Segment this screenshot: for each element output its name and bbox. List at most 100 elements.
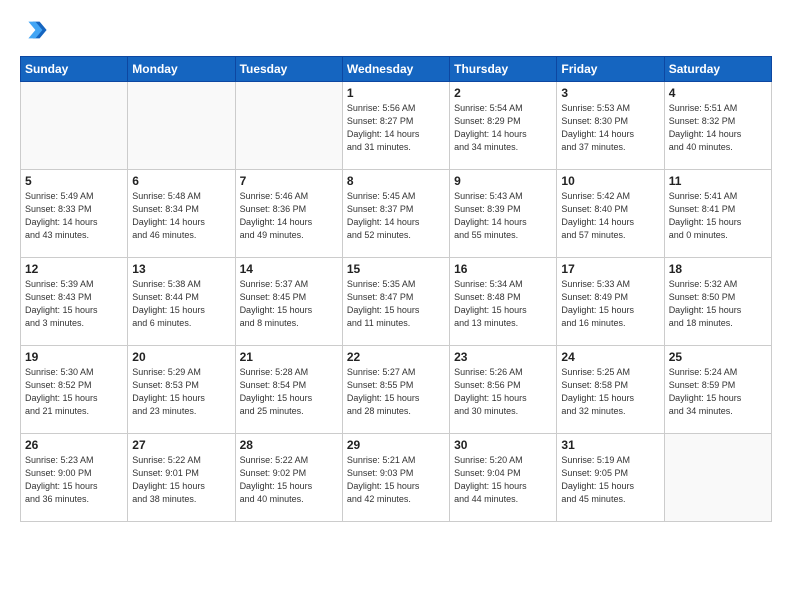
calendar-cell: 15 Sunrise: 5:35 AMSunset: 8:47 PMDayligh… (342, 258, 449, 346)
logo (20, 16, 50, 44)
cell-content: Sunrise: 5:29 AMSunset: 8:53 PMDaylight:… (132, 366, 230, 418)
day-number: 12 (25, 262, 123, 276)
calendar-week-row: 5 Sunrise: 5:49 AMSunset: 8:33 PMDaylight… (21, 170, 772, 258)
day-number: 22 (347, 350, 445, 364)
calendar-week-row: 26Sunrise: 5:23 AMSunset: 9:00 PMDayligh… (21, 434, 772, 522)
day-number: 10 (561, 174, 659, 188)
calendar-cell: 25 Sunrise: 5:24 AMSunset: 8:59 PMDayligh… (664, 346, 771, 434)
cell-content: Sunrise: 5:49 AMSunset: 8:33 PMDaylight:… (25, 190, 123, 242)
cell-content: Sunrise: 5:28 AMSunset: 8:54 PMDaylight:… (240, 366, 338, 418)
cell-content: Sunrise: 5:21 AMSunset: 9:03 PMDaylight:… (347, 454, 445, 506)
calendar-week-row: 1Sunrise: 5:56 AMSunset: 8:27 PMDaylight… (21, 82, 772, 170)
cell-content: Sunrise: 5:39 AMSunset: 8:43 PMDaylight:… (25, 278, 123, 330)
day-number: 28 (240, 438, 338, 452)
cell-content: Sunrise: 5:32 AMSunset: 8:50 PMDaylight:… (669, 278, 767, 330)
calendar-cell (235, 82, 342, 170)
day-number: 9 (454, 174, 552, 188)
day-number: 17 (561, 262, 659, 276)
cell-content: Sunrise: 5:38 AMSunset: 8:44 PMDaylight:… (132, 278, 230, 330)
day-number: 7 (240, 174, 338, 188)
day-number: 5 (25, 174, 123, 188)
calendar-cell: 23 Sunrise: 5:26 AMSunset: 8:56 PMDayligh… (450, 346, 557, 434)
day-number: 1 (347, 86, 445, 100)
day-number: 19 (25, 350, 123, 364)
calendar-cell: 20 Sunrise: 5:29 AMSunset: 8:53 PMDayligh… (128, 346, 235, 434)
day-number: 31 (561, 438, 659, 452)
day-number: 27 (132, 438, 230, 452)
calendar-cell: 19 Sunrise: 5:30 AMSunset: 8:52 PMDayligh… (21, 346, 128, 434)
calendar-cell: 6 Sunrise: 5:48 AMSunset: 8:34 PMDaylight… (128, 170, 235, 258)
day-number: 13 (132, 262, 230, 276)
calendar-cell: 1Sunrise: 5:56 AMSunset: 8:27 PMDaylight… (342, 82, 449, 170)
logo-icon (20, 16, 48, 44)
cell-content: Sunrise: 5:48 AMSunset: 8:34 PMDaylight:… (132, 190, 230, 242)
day-of-week-header: Monday (128, 57, 235, 82)
day-number: 14 (240, 262, 338, 276)
cell-content: Sunrise: 5:26 AMSunset: 8:56 PMDaylight:… (454, 366, 552, 418)
day-of-week-header: Friday (557, 57, 664, 82)
cell-content: Sunrise: 5:37 AMSunset: 8:45 PMDaylight:… (240, 278, 338, 330)
day-number: 25 (669, 350, 767, 364)
calendar-cell (128, 82, 235, 170)
day-number: 30 (454, 438, 552, 452)
calendar-cell: 16Sunrise: 5:34 AMSunset: 8:48 PMDayligh… (450, 258, 557, 346)
cell-content: Sunrise: 5:43 AMSunset: 8:39 PMDaylight:… (454, 190, 552, 242)
calendar-header-row: SundayMondayTuesdayWednesdayThursdayFrid… (21, 57, 772, 82)
day-of-week-header: Sunday (21, 57, 128, 82)
calendar-cell: 3Sunrise: 5:53 AMSunset: 8:30 PMDaylight… (557, 82, 664, 170)
calendar-cell: 2 Sunrise: 5:54 AMSunset: 8:29 PMDaylight… (450, 82, 557, 170)
cell-content: Sunrise: 5:35 AMSunset: 8:47 PMDaylight:… (347, 278, 445, 330)
day-number: 24 (561, 350, 659, 364)
calendar-cell: 4 Sunrise: 5:51 AMSunset: 8:32 PMDaylight… (664, 82, 771, 170)
calendar-cell: 27 Sunrise: 5:22 AMSunset: 9:01 PMDayligh… (128, 434, 235, 522)
day-number: 21 (240, 350, 338, 364)
cell-content: Sunrise: 5:51 AMSunset: 8:32 PMDaylight:… (669, 102, 767, 154)
cell-content: Sunrise: 5:25 AMSunset: 8:58 PMDaylight:… (561, 366, 659, 418)
cell-content: Sunrise: 5:42 AMSunset: 8:40 PMDaylight:… (561, 190, 659, 242)
calendar-cell: 10 Sunrise: 5:42 AMSunset: 8:40 PMDayligh… (557, 170, 664, 258)
day-of-week-header: Wednesday (342, 57, 449, 82)
day-number: 23 (454, 350, 552, 364)
day-number: 15 (347, 262, 445, 276)
calendar-cell: 12 Sunrise: 5:39 AMSunset: 8:43 PMDayligh… (21, 258, 128, 346)
cell-content: Sunrise: 5:46 AMSunset: 8:36 PMDaylight:… (240, 190, 338, 242)
cell-content: Sunrise: 5:19 AMSunset: 9:05 PMDaylight:… (561, 454, 659, 506)
cell-content: Sunrise: 5:22 AMSunset: 9:02 PMDaylight:… (240, 454, 338, 506)
calendar-cell: 9 Sunrise: 5:43 AMSunset: 8:39 PMDaylight… (450, 170, 557, 258)
cell-content: Sunrise: 5:54 AMSunset: 8:29 PMDaylight:… (454, 102, 552, 154)
day-number: 4 (669, 86, 767, 100)
calendar-cell: 11 Sunrise: 5:41 AMSunset: 8:41 PMDayligh… (664, 170, 771, 258)
day-of-week-header: Tuesday (235, 57, 342, 82)
cell-content: Sunrise: 5:41 AMSunset: 8:41 PMDaylight:… (669, 190, 767, 242)
day-number: 11 (669, 174, 767, 188)
calendar-cell: 13 Sunrise: 5:38 AMSunset: 8:44 PMDayligh… (128, 258, 235, 346)
day-number: 20 (132, 350, 230, 364)
cell-content: Sunrise: 5:22 AMSunset: 9:01 PMDaylight:… (132, 454, 230, 506)
day-number: 2 (454, 86, 552, 100)
calendar-cell: 5 Sunrise: 5:49 AMSunset: 8:33 PMDaylight… (21, 170, 128, 258)
cell-content: Sunrise: 5:45 AMSunset: 8:37 PMDaylight:… (347, 190, 445, 242)
cell-content: Sunrise: 5:24 AMSunset: 8:59 PMDaylight:… (669, 366, 767, 418)
cell-content: Sunrise: 5:23 AMSunset: 9:00 PMDaylight:… (25, 454, 123, 506)
page: SundayMondayTuesdayWednesdayThursdayFrid… (0, 0, 792, 532)
day-of-week-header: Thursday (450, 57, 557, 82)
cell-content: Sunrise: 5:30 AMSunset: 8:52 PMDaylight:… (25, 366, 123, 418)
calendar-cell: 26Sunrise: 5:23 AMSunset: 9:00 PMDayligh… (21, 434, 128, 522)
day-number: 8 (347, 174, 445, 188)
day-number: 16 (454, 262, 552, 276)
calendar-cell: 24 Sunrise: 5:25 AMSunset: 8:58 PMDayligh… (557, 346, 664, 434)
day-number: 18 (669, 262, 767, 276)
cell-content: Sunrise: 5:27 AMSunset: 8:55 PMDaylight:… (347, 366, 445, 418)
cell-content: Sunrise: 5:53 AMSunset: 8:30 PMDaylight:… (561, 102, 659, 154)
calendar-cell (664, 434, 771, 522)
calendar-cell: 17Sunrise: 5:33 AMSunset: 8:49 PMDayligh… (557, 258, 664, 346)
calendar-cell: 22 Sunrise: 5:27 AMSunset: 8:55 PMDayligh… (342, 346, 449, 434)
calendar-cell: 28 Sunrise: 5:22 AMSunset: 9:02 PMDayligh… (235, 434, 342, 522)
day-number: 6 (132, 174, 230, 188)
calendar-week-row: 19 Sunrise: 5:30 AMSunset: 8:52 PMDayligh… (21, 346, 772, 434)
calendar-cell: 7 Sunrise: 5:46 AMSunset: 8:36 PMDaylight… (235, 170, 342, 258)
calendar-cell: 14 Sunrise: 5:37 AMSunset: 8:45 PMDayligh… (235, 258, 342, 346)
cell-content: Sunrise: 5:20 AMSunset: 9:04 PMDaylight:… (454, 454, 552, 506)
day-of-week-header: Saturday (664, 57, 771, 82)
calendar-cell: 18 Sunrise: 5:32 AMSunset: 8:50 PMDayligh… (664, 258, 771, 346)
